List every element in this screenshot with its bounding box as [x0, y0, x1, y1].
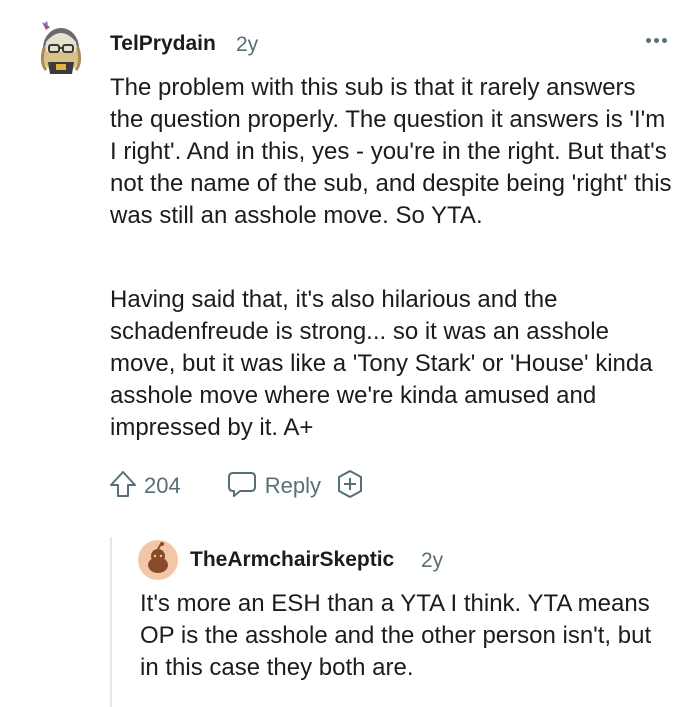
- award-plus-icon: [335, 469, 365, 504]
- upvote-arrow-icon[interactable]: [108, 469, 138, 504]
- reply-bubble-icon: [227, 470, 257, 503]
- comment-age: 2y: [236, 33, 259, 56]
- comment-author[interactable]: TelPrydain: [110, 32, 216, 56]
- reply-age: 2y: [421, 549, 444, 572]
- upvote-button[interactable]: 204: [108, 469, 181, 504]
- comment-paragraph: The problem with this sub is that it rar…: [110, 74, 672, 229]
- comment-paragraph: Having said that, it's also hilarious an…: [110, 286, 653, 441]
- reply-label: Reply: [264, 473, 321, 498]
- reply-button[interactable]: Reply: [227, 470, 321, 503]
- award-button[interactable]: [335, 469, 365, 504]
- more-options-icon[interactable]: [646, 38, 667, 43]
- comment-actions: 204 Reply: [108, 468, 365, 504]
- thread-line[interactable]: [110, 537, 112, 707]
- reply-author[interactable]: TheArmchairSkeptic: [190, 548, 394, 572]
- snoo-avatar-icon[interactable]: [36, 18, 86, 76]
- default-snoo-avatar-icon[interactable]: [138, 540, 178, 580]
- reply-body: It's more an ESH than a YTA I think. YTA…: [140, 590, 652, 681]
- upvote-count: 204: [144, 473, 181, 498]
